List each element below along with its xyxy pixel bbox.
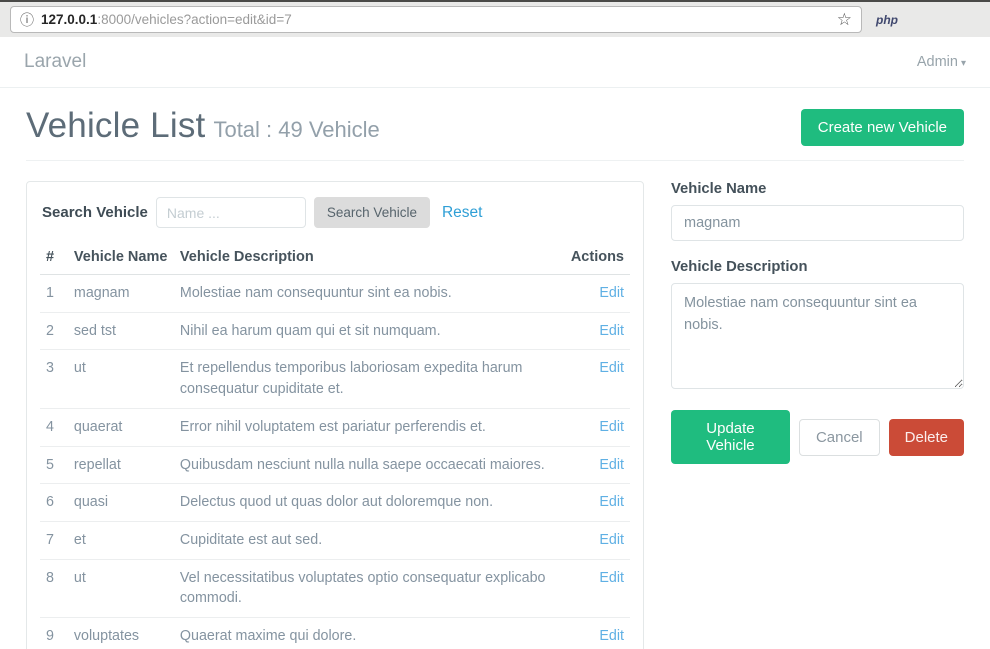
navbar: Laravel Admin▾ — [0, 37, 990, 88]
table-header-row: # Vehicle Name Vehicle Description Actio… — [40, 240, 630, 275]
row-name: ut — [68, 350, 174, 408]
row-number: 2 — [40, 312, 68, 350]
col-header-num: # — [40, 240, 68, 275]
row-description: Error nihil voluptatem est pariatur perf… — [174, 408, 565, 446]
search-button[interactable]: Search Vehicle — [314, 197, 430, 228]
row-description: Cupiditate est aut sed. — [174, 522, 565, 560]
php-extension-badge[interactable]: php — [876, 13, 898, 27]
search-label: Search Vehicle — [42, 204, 148, 221]
header-divider — [26, 160, 964, 161]
edit-link[interactable]: Edit — [599, 457, 624, 473]
row-name: ut — [68, 559, 174, 617]
vehicle-table: # Vehicle Name Vehicle Description Actio… — [40, 240, 630, 649]
row-description: Quibusdam nesciunt nulla nulla saepe occ… — [174, 446, 565, 484]
edit-link[interactable]: Edit — [599, 628, 624, 644]
cancel-button[interactable]: Cancel — [799, 419, 880, 456]
row-number: 4 — [40, 408, 68, 446]
vehicle-description-label: Vehicle Description — [671, 259, 964, 275]
edit-link[interactable]: Edit — [599, 532, 624, 548]
caret-down-icon: ▾ — [961, 58, 966, 69]
table-row: 7 et Cupiditate est aut sed. Edit — [40, 522, 630, 560]
row-number: 9 — [40, 618, 68, 649]
table-row: 5 repellat Quibusdam nesciunt nulla null… — [40, 446, 630, 484]
vehicle-description-textarea[interactable]: Molestiae nam consequuntur sint ea nobis… — [671, 283, 964, 389]
row-number: 1 — [40, 275, 68, 313]
url-bar[interactable]: ⓘ 127.0.0.1:8000/vehicles?action=edit&id… — [10, 6, 862, 33]
row-name: repellat — [68, 446, 174, 484]
vehicle-table-body: 1 magnam Molestiae nam consequuntur sint… — [40, 275, 630, 649]
col-header-actions: Actions — [565, 240, 630, 275]
row-name: magnam — [68, 275, 174, 313]
table-row: 2 sed tst Nihil ea harum quam qui et sit… — [40, 312, 630, 350]
table-row: 6 quasi Delectus quod ut quas dolor aut … — [40, 484, 630, 522]
table-row: 1 magnam Molestiae nam consequuntur sint… — [40, 275, 630, 313]
row-number: 3 — [40, 350, 68, 408]
browser-chrome: ⓘ 127.0.0.1:8000/vehicles?action=edit&id… — [0, 0, 990, 37]
edit-link[interactable]: Edit — [599, 323, 624, 339]
row-name: voluptates — [68, 618, 174, 649]
update-vehicle-button[interactable]: Update Vehicle — [671, 410, 790, 464]
table-row: 8 ut Vel necessitatibus voluptates optio… — [40, 559, 630, 617]
edit-link[interactable]: Edit — [599, 419, 624, 435]
row-name: et — [68, 522, 174, 560]
edit-link[interactable]: Edit — [599, 494, 624, 510]
create-vehicle-button[interactable]: Create new Vehicle — [801, 109, 964, 146]
row-description: Vel necessitatibus voluptates optio cons… — [174, 559, 565, 617]
row-name: quaerat — [68, 408, 174, 446]
col-header-description: Vehicle Description — [174, 240, 565, 275]
total-count-label: Total : 49 Vehicle — [213, 117, 379, 142]
row-description: Quaerat maxime qui dolore. — [174, 618, 565, 649]
edit-link[interactable]: Edit — [599, 570, 624, 586]
row-description: Molestiae nam consequuntur sint ea nobis… — [174, 275, 565, 313]
bookmark-star-icon[interactable]: ☆ — [837, 11, 852, 28]
page-info-icon[interactable]: ⓘ — [20, 13, 34, 27]
delete-button[interactable]: Delete — [889, 419, 964, 456]
row-name: sed tst — [68, 312, 174, 350]
table-row: 9 voluptates Quaerat maxime qui dolore. … — [40, 618, 630, 649]
row-description: Delectus quod ut quas dolor aut doloremq… — [174, 484, 565, 522]
vehicle-list-panel: Search Vehicle Search Vehicle Reset # Ve… — [26, 181, 644, 649]
page-title: Vehicle List — [26, 106, 205, 145]
url-text: 127.0.0.1:8000/vehicles?action=edit&id=7 — [41, 12, 830, 27]
edit-vehicle-form: Vehicle Name Vehicle Description Molesti… — [671, 181, 964, 464]
row-number: 6 — [40, 484, 68, 522]
row-number: 8 — [40, 559, 68, 617]
reset-link[interactable]: Reset — [442, 204, 483, 222]
vehicle-name-label: Vehicle Name — [671, 181, 964, 197]
edit-link[interactable]: Edit — [599, 285, 624, 301]
edit-link[interactable]: Edit — [599, 360, 624, 376]
page-content: Vehicle List Total : 49 Vehicle Create ne… — [0, 88, 990, 649]
search-input[interactable] — [156, 197, 306, 228]
vehicle-name-input[interactable] — [671, 205, 964, 241]
col-header-name: Vehicle Name — [68, 240, 174, 275]
brand-link[interactable]: Laravel — [24, 51, 86, 73]
row-number: 7 — [40, 522, 68, 560]
table-row: 4 quaerat Error nihil voluptatem est par… — [40, 408, 630, 446]
page-title-block: Vehicle List Total : 49 Vehicle — [26, 106, 380, 146]
row-number: 5 — [40, 446, 68, 484]
row-name: quasi — [68, 484, 174, 522]
search-form: Search Vehicle Search Vehicle Reset — [40, 195, 630, 240]
row-description: Et repellendus temporibus laboriosam exp… — [174, 350, 565, 408]
admin-dropdown[interactable]: Admin▾ — [917, 54, 966, 70]
table-row: 3 ut Et repellendus temporibus laboriosa… — [40, 350, 630, 408]
row-description: Nihil ea harum quam qui et sit numquam. — [174, 312, 565, 350]
